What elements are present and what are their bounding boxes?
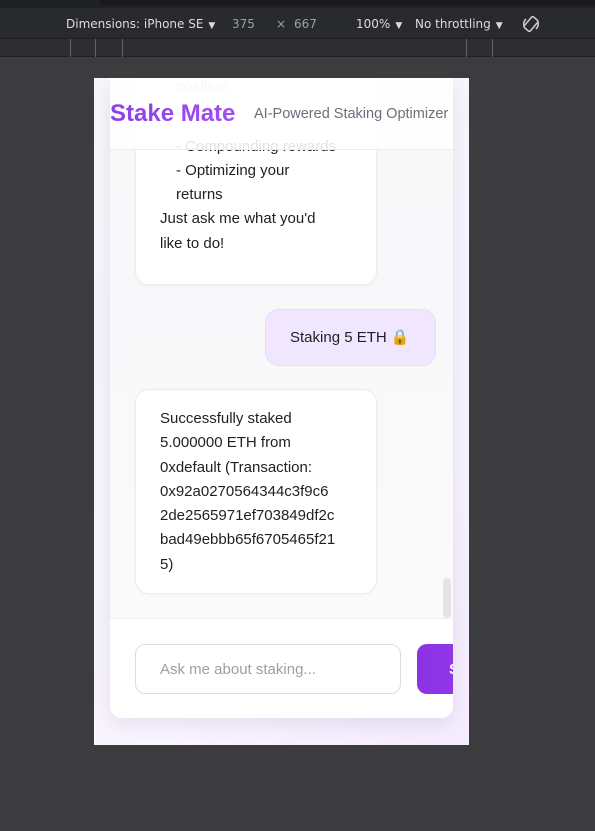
dimensions-dropdown[interactable]: Dimensions: iPhone SE ▼: [66, 17, 215, 31]
media-query-ruler: [0, 38, 595, 57]
message-line: Just ask me what you'd: [160, 210, 316, 228]
height-input[interactable]: 667: [294, 17, 317, 31]
message-line: 5.000000 ETH from: [160, 434, 291, 452]
throttling-dropdown[interactable]: No throttling ▼: [415, 17, 503, 31]
chevron-down-icon: ▼: [395, 21, 403, 31]
chat-scrollbar[interactable]: [443, 578, 451, 618]
message-line: - Optimizing your: [176, 161, 290, 179]
devtools-device-toolbar: Dimensions: iPhone SE ▼ 375 × 667 100% ▼ N…: [0, 0, 595, 57]
message-text: Staking 5 ETH 🔒: [290, 329, 410, 346]
device-viewport: position changes - Compounding rewards -…: [94, 78, 469, 745]
message-line: bad49ebbb65f6705465f21: [160, 531, 336, 549]
app-logo-title: Stake Mate: [110, 100, 236, 127]
times-symbol: ×: [276, 17, 287, 31]
ruler-tick: [122, 39, 123, 57]
zoom-dropdown[interactable]: 100% ▼: [356, 17, 402, 31]
user-message-bubble: Staking 5 ETH 🔒: [265, 309, 436, 366]
app-header: Stake Mate AI-Powered Staking Optimizer: [110, 78, 453, 150]
zoom-label: 100%: [356, 17, 391, 31]
app-tagline: AI-Powered Staking Optimizer: [254, 106, 449, 122]
ruler-tick: [492, 39, 493, 57]
message-composer: Send: [110, 618, 453, 718]
chat-messages-area[interactable]: position changes - Compounding rewards -…: [110, 78, 453, 618]
ruler-tick: [466, 39, 467, 57]
chevron-down-icon: ▼: [208, 21, 216, 31]
width-input[interactable]: 375: [232, 17, 255, 31]
send-button[interactable]: Send: [417, 644, 453, 694]
bot-message-bubble: Successfully staked 5.000000 ETH from 0x…: [135, 389, 377, 594]
devtools-top-strip: [0, 0, 595, 8]
dimensions-label: Dimensions: iPhone SE: [66, 17, 204, 31]
chevron-down-icon: ▼: [495, 21, 503, 31]
rotate-icon[interactable]: [521, 14, 541, 34]
message-line: 2de2565971ef703849df2c: [160, 507, 335, 525]
message-line: like to do!: [160, 234, 225, 252]
message-line: 0xdefault (Transaction:: [160, 458, 313, 476]
tab-edge: [100, 0, 595, 6]
throttling-label: No throttling: [415, 17, 491, 31]
chat-app-card: position changes - Compounding rewards -…: [110, 78, 453, 718]
message-line: 5): [160, 555, 174, 573]
chat-input[interactable]: [135, 644, 401, 694]
ruler-tick: [95, 39, 96, 57]
message-line: returns: [176, 186, 223, 204]
message-line: 0x92a0270564344c3f9c6: [160, 482, 329, 500]
message-line: Successfully staked: [160, 410, 292, 427]
device-toolbar: Dimensions: iPhone SE ▼ 375 × 667 100% ▼ N…: [0, 10, 595, 38]
ruler-tick: [70, 39, 71, 57]
